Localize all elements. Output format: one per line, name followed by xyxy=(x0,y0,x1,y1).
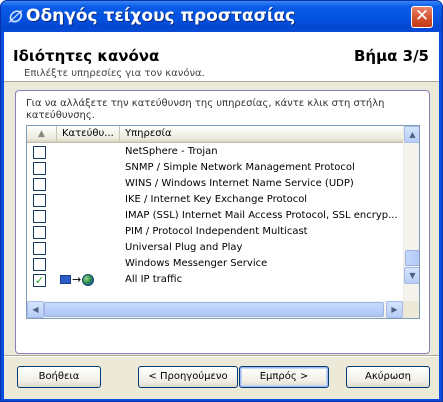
wizard-header: Ιδιότητες κανόνα Βήμα 3/5 Επιλέξτε υπηρε… xyxy=(4,32,439,82)
help-button[interactable]: Βοήθεια xyxy=(17,366,101,388)
firewall-wizard-window: ∅ Οδηγός τείχους προστασίας ✕ Ιδιότητες … xyxy=(0,0,443,402)
page-title: Ιδιότητες κανόνα xyxy=(13,47,160,65)
service-name: NetSphere - Trojan xyxy=(125,146,218,157)
list-item[interactable]: IKE / Internet Key Exchange Protocol xyxy=(27,192,403,208)
instructions-text: Για να αλλάξετε την κατεύθυνση της υπηρε… xyxy=(26,98,385,121)
scroll-up-icon[interactable]: ▲ xyxy=(404,126,419,143)
column-service[interactable]: Υπηρεσία xyxy=(120,126,403,143)
service-name: IMAP (SSL) Internet Mail Access Protocol… xyxy=(125,210,398,221)
computer-icon xyxy=(60,275,71,284)
service-checkbox[interactable] xyxy=(33,146,46,159)
list-item[interactable]: WINS / Windows Internet Name Service (UD… xyxy=(27,176,403,192)
scrollbar-corner xyxy=(403,301,419,318)
service-checkbox[interactable] xyxy=(33,178,46,191)
window-title: Οδηγός τείχους προστασίας xyxy=(26,6,296,26)
service-checkbox[interactable] xyxy=(33,194,46,207)
step-indicator: Βήμα 3/5 xyxy=(353,47,429,65)
close-button[interactable]: ✕ xyxy=(411,6,433,28)
service-name: All IP traffic xyxy=(125,274,183,285)
list-item[interactable]: NetSphere - Trojan xyxy=(27,144,403,160)
service-checkbox[interactable] xyxy=(33,162,46,175)
footer-divider xyxy=(4,355,439,357)
globe-icon xyxy=(82,274,95,286)
list-item[interactable]: Universal Plug and Play xyxy=(27,240,403,256)
title-bar[interactable]: ∅ Οδηγός τείχους προστασίας ✕ xyxy=(1,1,442,32)
wizard-client-area: Ιδιότητες κανόνα Βήμα 3/5 Επιλέξτε υπηρε… xyxy=(4,32,439,399)
list-item[interactable]: ✓ → All IP traffic xyxy=(27,272,403,288)
service-name: Universal Plug and Play xyxy=(125,242,243,253)
services-list[interactable]: ▲ Κατεύθυ... Υπηρεσία NetSphere - Trojan… xyxy=(26,125,420,319)
service-name: Windows Messenger Service xyxy=(125,258,268,269)
scroll-down-icon[interactable]: ▼ xyxy=(404,267,419,284)
service-name: PIM / Protocol Independent Multicast xyxy=(125,226,308,237)
service-checkbox[interactable] xyxy=(33,242,46,255)
scroll-right-icon[interactable]: ▶ xyxy=(386,301,403,318)
wizard-icon: ∅ xyxy=(7,7,22,26)
services-group: Για να αλλάξετε την κατεύθυνση της υπηρε… xyxy=(15,90,430,354)
column-direction[interactable]: Κατεύθυ... xyxy=(57,126,120,143)
direction-toggle[interactable]: → xyxy=(60,273,95,287)
page-subtitle: Επιλέξτε υπηρεσίες για τον κανόνα. xyxy=(24,68,205,79)
service-name: WINS / Windows Internet Name Service (UD… xyxy=(125,178,354,189)
list-header: ▲ Κατεύθυ... Υπηρεσία xyxy=(27,126,403,143)
service-checkbox[interactable] xyxy=(33,226,46,239)
cancel-button[interactable]: Ακύρωση xyxy=(346,366,430,388)
service-name: IKE / Internet Key Exchange Protocol xyxy=(125,194,308,205)
scroll-left-icon[interactable]: ◀ xyxy=(27,301,44,318)
service-name: SNMP / Simple Network Management Protoco… xyxy=(125,162,355,173)
list-item[interactable]: SNMP / Simple Network Management Protoco… xyxy=(27,160,403,176)
horizontal-scroll-thumb[interactable] xyxy=(44,302,384,317)
list-item[interactable]: Windows Messenger Service xyxy=(27,256,403,272)
sort-up-icon: ▲ xyxy=(38,129,45,139)
next-button[interactable]: Εμπρός > xyxy=(239,366,329,388)
back-button[interactable]: < Προηγούμενο xyxy=(138,366,238,388)
vertical-scrollbar[interactable]: ▲ ▼ xyxy=(403,126,419,301)
service-checkbox[interactable] xyxy=(33,258,46,271)
arrow-right-icon: → xyxy=(72,273,82,286)
list-item[interactable]: PIM / Protocol Independent Multicast xyxy=(27,224,403,240)
list-item[interactable]: IMAP (SSL) Internet Mail Access Protocol… xyxy=(27,208,403,224)
service-checkbox-checked[interactable]: ✓ xyxy=(33,274,46,287)
service-checkbox[interactable] xyxy=(33,210,46,223)
vertical-scroll-thumb[interactable] xyxy=(405,250,419,266)
horizontal-scrollbar[interactable]: ◀ ▶ xyxy=(27,301,403,318)
column-check[interactable]: ▲ xyxy=(27,126,57,143)
